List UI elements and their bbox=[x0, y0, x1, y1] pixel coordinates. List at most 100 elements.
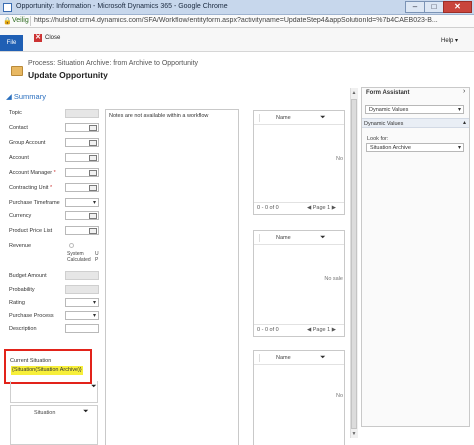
lookup-icon[interactable] bbox=[89, 140, 97, 146]
field-label-rating: Rating bbox=[9, 300, 25, 306]
address-divider bbox=[30, 16, 31, 26]
page-title: Update Opportunity bbox=[28, 70, 108, 80]
chevron-down-icon: ▾ bbox=[457, 107, 461, 113]
field-label-account: Account bbox=[9, 155, 29, 161]
description-field[interactable] bbox=[65, 324, 99, 333]
page-navigation[interactable]: ◀ Page 1 ▶ bbox=[307, 327, 336, 333]
subgrid-header: Name ⏷ bbox=[254, 351, 344, 365]
dynamic-values-section-title: Dynamic Values bbox=[364, 121, 404, 127]
close-icon: ✕ bbox=[34, 34, 42, 42]
chevron-down-icon: ▾ bbox=[92, 300, 96, 306]
group-account-lookup[interactable] bbox=[65, 138, 99, 147]
subgrid-3: Name ⏷ No bbox=[253, 350, 345, 445]
chevron-right-icon[interactable]: › bbox=[463, 88, 465, 95]
subgrid-empty-message: No sale bbox=[324, 276, 343, 282]
chevron-down-icon: ▾ bbox=[92, 313, 96, 319]
secure-label: Veilig bbox=[12, 17, 29, 24]
process-line: Process: Situation Archive: from Archive… bbox=[28, 60, 199, 67]
file-tab[interactable]: File bbox=[0, 35, 23, 51]
process-folder-icon bbox=[11, 66, 23, 76]
situation-grid: Situation ⏷ bbox=[10, 405, 98, 445]
current-situation-value[interactable]: {Situation(Situation Archive)} bbox=[11, 366, 83, 375]
field-label-currency: Currency bbox=[9, 213, 32, 219]
look-for-select-value: Situation Archive bbox=[370, 145, 411, 151]
column-divider bbox=[259, 114, 260, 122]
field-label-description: Description bbox=[9, 326, 37, 332]
subgrid-2: Name ⏷ No sale 0 - 0 of 0 ◀ Page 1 ▶ bbox=[253, 230, 345, 337]
currency-lookup[interactable] bbox=[65, 211, 99, 220]
field-label-topic: Topic bbox=[9, 110, 22, 116]
command-bar bbox=[0, 28, 474, 52]
page-navigation[interactable]: ◀ Page 1 ▶ bbox=[307, 205, 336, 211]
subgrid-1: Name ⏷ No 0 - 0 of 0 ◀ Page 1 ▶ bbox=[253, 110, 345, 215]
current-situation-label: Current Situation bbox=[10, 358, 52, 364]
minimize-button[interactable]: – bbox=[405, 1, 425, 13]
lookup-icon[interactable] bbox=[89, 185, 97, 191]
lookup-icon[interactable] bbox=[89, 213, 97, 219]
scroll-up-arrow-icon[interactable]: ▲ bbox=[351, 89, 357, 97]
current-situation-subgrid: ⏷ bbox=[10, 381, 98, 403]
url-text[interactable]: https://hulshof.crm4.dynamics.com/SFA/Wo… bbox=[34, 17, 474, 24]
budget-amount-field[interactable] bbox=[65, 271, 99, 280]
account-lookup[interactable] bbox=[65, 153, 99, 162]
lookup-icon[interactable] bbox=[89, 125, 97, 131]
form-assistant-title: Form Assistant bbox=[366, 90, 410, 96]
field-label-purchase-timeframe: Purchase Timeframe bbox=[9, 200, 60, 206]
column-divider bbox=[259, 234, 260, 242]
contracting-unit-text: Contracting Unit bbox=[9, 185, 49, 191]
collapse-icon[interactable]: ▴ bbox=[463, 119, 466, 126]
record-count: 0 - 0 of 0 bbox=[257, 205, 279, 211]
probability-field[interactable] bbox=[65, 285, 99, 294]
subgrid-empty-message: No bbox=[335, 156, 343, 162]
field-label-revenue: Revenue bbox=[9, 243, 32, 249]
purchase-timeframe-select[interactable]: ▾ bbox=[65, 198, 99, 207]
price-list-lookup[interactable] bbox=[65, 226, 99, 235]
window-close-button[interactable]: ✕ bbox=[443, 1, 472, 13]
revenue-option-system-label: System Calculated bbox=[67, 251, 91, 263]
contact-lookup[interactable] bbox=[65, 123, 99, 132]
rating-select[interactable]: ▾ bbox=[65, 298, 99, 307]
help-button[interactable]: Help ▾ bbox=[441, 37, 458, 44]
filter-icon[interactable]: ⏷ bbox=[320, 114, 326, 122]
filter-icon[interactable]: ⏷ bbox=[320, 354, 326, 362]
filter-icon[interactable]: ⏷ bbox=[83, 408, 89, 416]
name-column-header[interactable]: Name bbox=[276, 355, 291, 361]
name-column-header[interactable]: Name bbox=[276, 115, 291, 121]
field-label-probability: Probability bbox=[9, 287, 35, 293]
record-count: 0 - 0 of 0 bbox=[257, 327, 279, 333]
subgrid-empty-message: No bbox=[335, 393, 343, 399]
dynamic-values-select[interactable]: Dynamic Values ▾ bbox=[365, 105, 464, 114]
name-column-header[interactable]: Name bbox=[276, 235, 291, 241]
look-for-select[interactable]: Situation Archive ▾ bbox=[366, 143, 464, 152]
filter-icon[interactable]: ⏷ bbox=[320, 234, 326, 242]
subgrid-footer: 0 - 0 of 0 ◀ Page 1 ▶ bbox=[254, 324, 344, 335]
filter-icon[interactable]: ⏷ bbox=[91, 383, 97, 391]
scrollbar-thumb[interactable] bbox=[351, 99, 357, 429]
subgrid-header: Name ⏷ bbox=[254, 111, 344, 125]
account-manager-lookup[interactable] bbox=[65, 168, 99, 177]
lookup-icon[interactable] bbox=[89, 170, 97, 176]
summary-section-toggle[interactable]: ◢ Summary bbox=[6, 92, 46, 101]
field-label-purchase-process: Purchase Process bbox=[9, 313, 54, 319]
contracting-unit-lookup[interactable] bbox=[65, 183, 99, 192]
field-label-contracting-unit: Contracting Unit * bbox=[9, 185, 52, 191]
dynamic-values-section[interactable]: Dynamic Values ▴ bbox=[362, 118, 469, 128]
field-label-contact: Contact bbox=[9, 125, 28, 131]
required-marker: * bbox=[53, 170, 56, 176]
lookup-icon[interactable] bbox=[89, 228, 97, 234]
maximize-button[interactable]: □ bbox=[424, 1, 444, 13]
topic-field[interactable] bbox=[65, 109, 99, 118]
revenue-option-user-label: U P bbox=[95, 251, 99, 263]
field-label-account-manager: Account Manager * bbox=[9, 170, 56, 176]
look-for-label: Look for: bbox=[367, 136, 389, 142]
scroll-down-arrow-icon[interactable]: ▼ bbox=[351, 430, 357, 438]
lock-icon: 🔒 bbox=[3, 18, 12, 25]
situation-column-header[interactable]: Situation bbox=[34, 410, 55, 416]
field-label-price-list: Product Price List bbox=[9, 228, 53, 234]
chevron-down-icon: ▾ bbox=[457, 145, 461, 151]
address-bar[interactable]: 🔒 Veilig https://hulshof.crm4.dynamics.c… bbox=[0, 15, 474, 28]
revenue-radio-system[interactable] bbox=[69, 243, 74, 248]
lookup-icon[interactable] bbox=[89, 155, 97, 161]
close-button-label: Close bbox=[45, 35, 61, 41]
purchase-process-select[interactable]: ▾ bbox=[65, 311, 99, 320]
